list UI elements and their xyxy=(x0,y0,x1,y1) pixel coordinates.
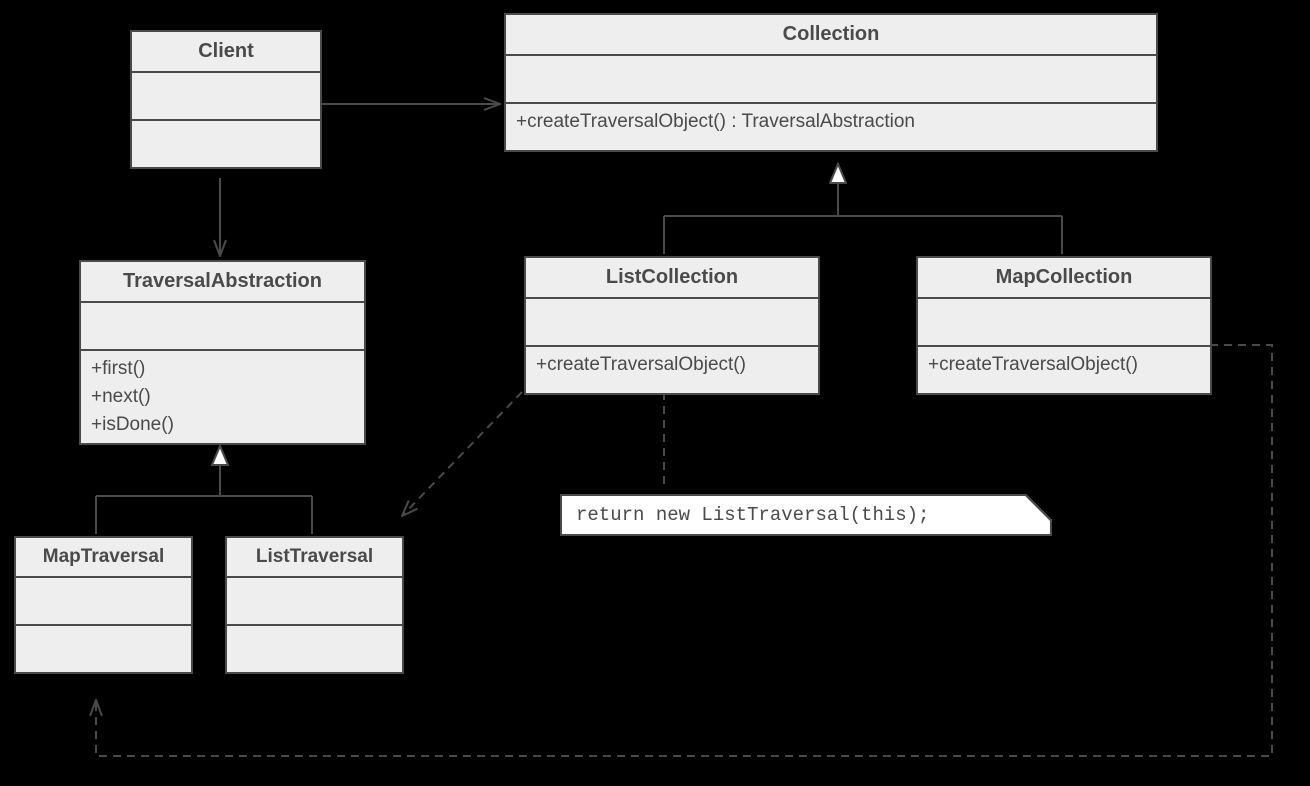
class-collection-name: Collection xyxy=(506,15,1156,56)
op: +createTraversalObject() xyxy=(536,351,808,379)
note-text: return new ListTraversal(this); xyxy=(576,504,929,526)
class-list-collection-attrs xyxy=(526,299,818,347)
op: +next() xyxy=(91,383,354,411)
class-map-traversal-ops xyxy=(16,626,191,672)
op: +isDone() xyxy=(91,411,354,439)
class-list-traversal-name: ListTraversal xyxy=(227,538,402,578)
class-list-traversal: ListTraversal xyxy=(225,536,404,674)
op: +createTraversalObject() xyxy=(928,351,1200,379)
class-list-collection: ListCollection +createTraversalObject() xyxy=(524,256,820,395)
class-traversal-abstraction-name: TraversalAbstraction xyxy=(81,262,364,303)
note-fold-icon xyxy=(1026,494,1052,520)
class-map-collection-attrs xyxy=(918,299,1210,347)
class-client: Client xyxy=(130,30,322,169)
op: +first() xyxy=(91,355,354,383)
class-map-collection-name: MapCollection xyxy=(918,258,1210,299)
class-traversal-abstraction-attrs xyxy=(81,303,364,351)
class-list-traversal-ops xyxy=(227,626,402,672)
class-list-collection-ops: +createTraversalObject() xyxy=(526,347,818,393)
note: return new ListTraversal(this); xyxy=(560,494,1052,536)
class-collection-ops: +createTraversalObject() : TraversalAbst… xyxy=(506,104,1156,150)
class-client-name: Client xyxy=(132,32,320,73)
class-map-traversal-name: MapTraversal xyxy=(16,538,191,578)
class-collection-attrs xyxy=(506,56,1156,104)
uml-diagram: ListTraversal (dashed, open arrow) --> M… xyxy=(0,0,1310,786)
class-list-collection-name: ListCollection xyxy=(526,258,818,299)
class-traversal-abstraction: TraversalAbstraction +first() +next() +i… xyxy=(79,260,366,445)
class-client-attrs xyxy=(132,73,320,121)
class-traversal-abstraction-ops: +first() +next() +isDone() xyxy=(81,351,364,443)
class-collection: Collection +createTraversalObject() : Tr… xyxy=(504,13,1158,152)
class-map-collection-ops: +createTraversalObject() xyxy=(918,347,1210,393)
class-map-traversal-attrs xyxy=(16,578,191,626)
class-client-ops xyxy=(132,121,320,167)
class-map-collection: MapCollection +createTraversalObject() xyxy=(916,256,1212,395)
dep-listcollection-listtraversal xyxy=(402,392,522,516)
class-list-traversal-attrs xyxy=(227,578,402,626)
op: +createTraversalObject() : TraversalAbst… xyxy=(516,108,1146,136)
class-map-traversal: MapTraversal xyxy=(14,536,193,674)
